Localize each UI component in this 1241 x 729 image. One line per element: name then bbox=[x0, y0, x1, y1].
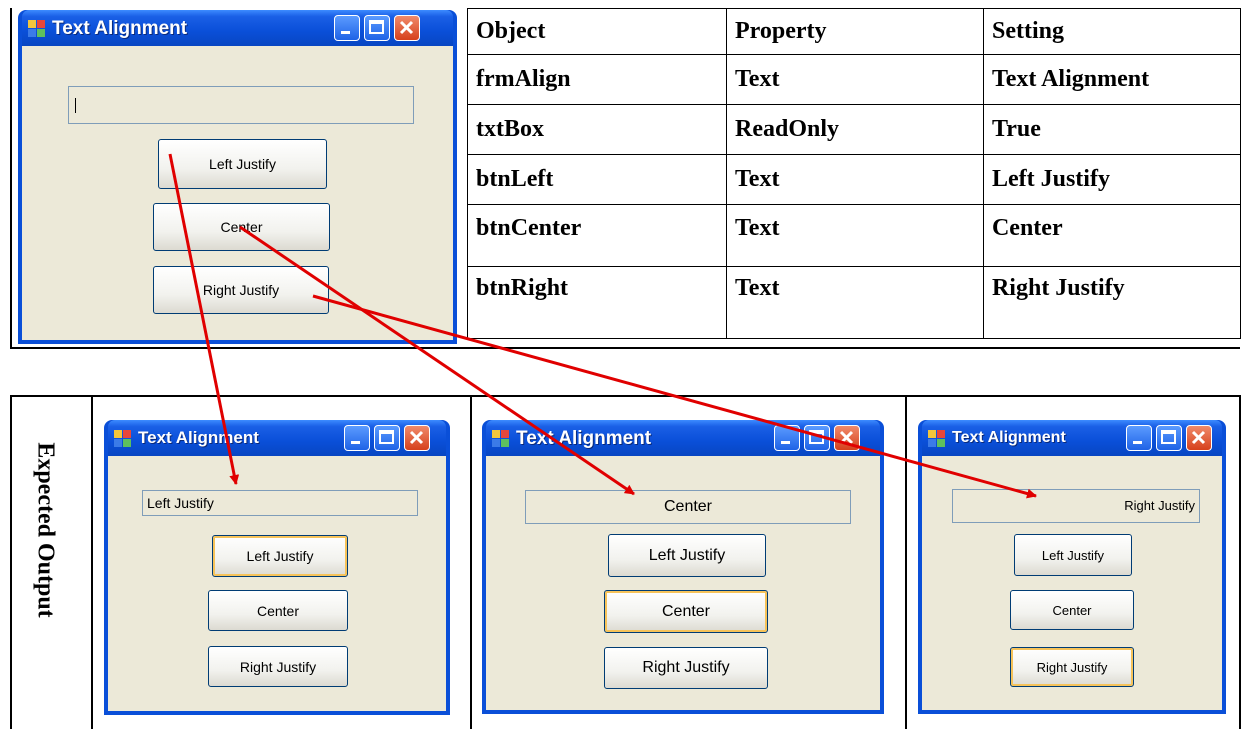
minimize-icon bbox=[781, 441, 790, 444]
left-justify-button[interactable]: Left Justify bbox=[1014, 534, 1132, 576]
alignment-textbox[interactable]: Center bbox=[525, 490, 851, 524]
cell-property: Text bbox=[725, 54, 984, 105]
frame-line bbox=[91, 395, 93, 729]
close-button[interactable] bbox=[404, 425, 430, 451]
title-bar[interactable]: Text Alignment bbox=[922, 420, 1222, 456]
cell-setting: Center bbox=[982, 204, 1241, 267]
center-button[interactable]: Center bbox=[1010, 590, 1134, 630]
expected-output-label: Expected Output bbox=[32, 442, 59, 618]
cell-setting: True bbox=[982, 104, 1241, 155]
window-client-area: Center Left Justify Center Right Justify bbox=[486, 456, 880, 710]
title-bar[interactable]: Text Alignment bbox=[22, 10, 453, 46]
alignment-textbox[interactable] bbox=[68, 86, 414, 124]
output-window-left: Text Alignment Left Justify Left Justify… bbox=[104, 420, 450, 715]
right-justify-button[interactable]: Right Justify bbox=[1010, 647, 1134, 687]
window-title: Text Alignment bbox=[952, 429, 1066, 446]
maximize-icon bbox=[369, 20, 384, 34]
close-icon bbox=[409, 430, 424, 445]
header-setting: Setting bbox=[982, 8, 1241, 55]
alignment-textbox[interactable]: Left Justify bbox=[142, 490, 418, 516]
maximize-icon bbox=[809, 430, 824, 444]
table-header-row: Object Property Setting bbox=[467, 8, 1241, 55]
title-bar[interactable]: Text Alignment bbox=[486, 420, 880, 456]
cell-property: Text bbox=[725, 266, 984, 339]
frame-line bbox=[1239, 395, 1241, 729]
app-icon bbox=[114, 430, 131, 447]
cell-property: Text bbox=[725, 204, 984, 267]
right-justify-button[interactable]: Right Justify bbox=[604, 647, 768, 689]
frame-line bbox=[10, 395, 12, 729]
header-object: Object bbox=[467, 8, 727, 55]
title-bar[interactable]: Text Alignment bbox=[108, 420, 446, 456]
close-icon bbox=[1191, 430, 1206, 445]
cell-object: frmAlign bbox=[467, 54, 727, 105]
cell-property: ReadOnly bbox=[725, 104, 984, 155]
window-client-area: Left Justify Center Right Justify bbox=[22, 46, 453, 340]
app-icon bbox=[28, 20, 45, 37]
table-row: btnRight Text Right Justify bbox=[467, 266, 1241, 339]
maximize-icon bbox=[1161, 430, 1176, 444]
text-caret bbox=[75, 98, 76, 113]
maximize-button[interactable] bbox=[374, 425, 400, 451]
cell-object: txtBox bbox=[467, 104, 727, 155]
minimize-button[interactable] bbox=[774, 425, 800, 451]
cell-object: btnRight bbox=[467, 266, 727, 339]
frame-line bbox=[905, 395, 907, 729]
minimize-button[interactable] bbox=[344, 425, 370, 451]
app-icon bbox=[928, 430, 945, 447]
close-icon bbox=[839, 430, 854, 445]
minimize-button[interactable] bbox=[1126, 425, 1152, 451]
table-row: btnLeft Text Left Justify bbox=[467, 154, 1241, 205]
design-window: Text Alignment Left Justify Center Right… bbox=[18, 10, 457, 344]
minimize-button[interactable] bbox=[334, 15, 360, 41]
frame-line bbox=[10, 8, 12, 348]
close-button[interactable] bbox=[834, 425, 860, 451]
output-window-right: Text Alignment Right Justify Left Justif… bbox=[918, 420, 1226, 714]
right-justify-button[interactable]: Right Justify bbox=[153, 266, 329, 314]
close-button[interactable] bbox=[394, 15, 420, 41]
maximize-button[interactable] bbox=[804, 425, 830, 451]
window-title: Text Alignment bbox=[138, 428, 259, 447]
frame-line bbox=[470, 395, 472, 729]
left-justify-button[interactable]: Left Justify bbox=[212, 535, 348, 577]
minimize-icon bbox=[351, 441, 360, 444]
table-row: txtBox ReadOnly True bbox=[467, 104, 1241, 155]
header-property: Property bbox=[725, 8, 984, 55]
maximize-button[interactable] bbox=[1156, 425, 1182, 451]
maximize-button[interactable] bbox=[364, 15, 390, 41]
window-client-area: Left Justify Left Justify Center Right J… bbox=[108, 456, 446, 711]
left-justify-button[interactable]: Left Justify bbox=[608, 534, 766, 577]
close-button[interactable] bbox=[1186, 425, 1212, 451]
close-icon bbox=[399, 20, 414, 35]
maximize-icon bbox=[379, 430, 394, 444]
window-title: Text Alignment bbox=[52, 18, 188, 39]
cell-object: btnLeft bbox=[467, 154, 727, 205]
left-justify-button[interactable]: Left Justify bbox=[158, 139, 327, 189]
window-title: Text Alignment bbox=[516, 428, 652, 449]
frame-line bbox=[10, 395, 1240, 397]
table-row: frmAlign Text Text Alignment bbox=[467, 54, 1241, 105]
window-client-area: Right Justify Left Justify Center Right … bbox=[922, 456, 1222, 710]
frame-line bbox=[10, 347, 1240, 349]
property-table: Object Property Setting frmAlign Text Te… bbox=[467, 8, 1241, 339]
output-window-center: Text Alignment Center Left Justify Cente… bbox=[482, 420, 884, 714]
app-icon bbox=[492, 430, 509, 447]
right-justify-button[interactable]: Right Justify bbox=[208, 646, 348, 687]
cell-object: btnCenter bbox=[467, 204, 727, 267]
center-button[interactable]: Center bbox=[604, 590, 768, 633]
cell-setting: Text Alignment bbox=[982, 54, 1241, 105]
table-row: btnCenter Text Center bbox=[467, 204, 1241, 267]
center-button[interactable]: Center bbox=[208, 590, 348, 631]
center-button[interactable]: Center bbox=[153, 203, 330, 251]
minimize-icon bbox=[341, 31, 350, 34]
alignment-textbox[interactable]: Right Justify bbox=[952, 489, 1200, 523]
cell-setting: Right Justify bbox=[982, 266, 1241, 339]
cell-setting: Left Justify bbox=[982, 154, 1241, 205]
cell-property: Text bbox=[725, 154, 984, 205]
minimize-icon bbox=[1133, 441, 1142, 444]
